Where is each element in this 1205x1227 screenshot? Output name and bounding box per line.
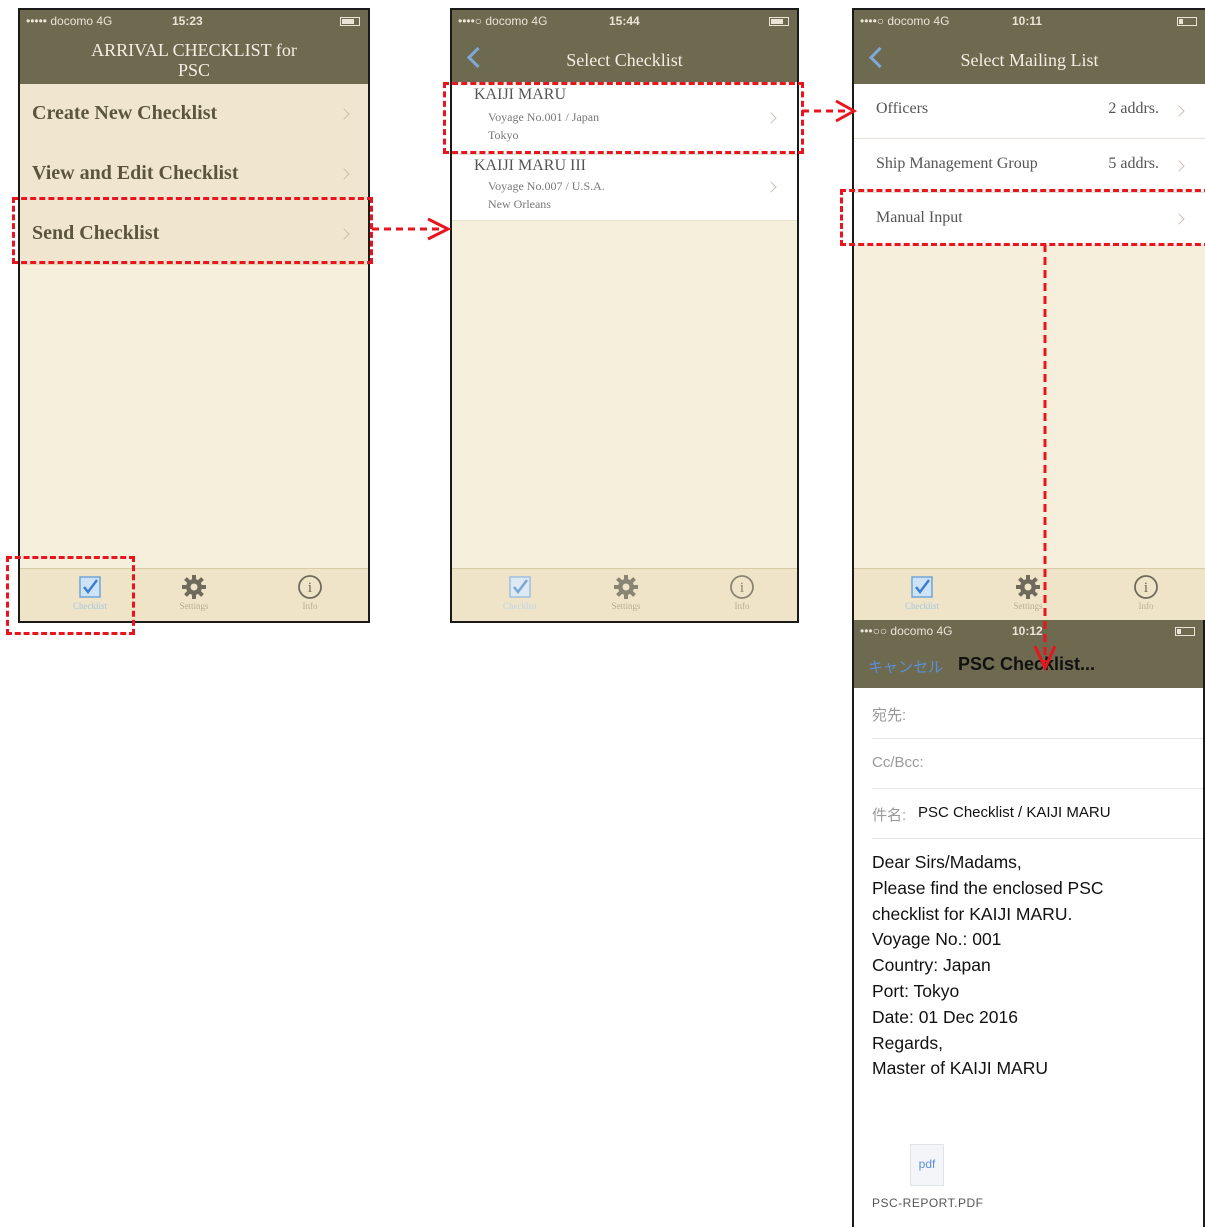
battery-icon (1175, 627, 1195, 636)
list-count: 2 addrs. (1108, 100, 1159, 117)
status-bar: ••••○ docomo 4G 15:44 (452, 10, 797, 32)
list-name: Officers (876, 100, 929, 117)
checklist-detail: Voyage No.007 / U.S.A. (488, 179, 605, 193)
gear-icon (614, 575, 638, 599)
menu-label: Create New Checklist (32, 102, 218, 124)
clock: 15:23 (172, 14, 203, 28)
clock: 15:44 (609, 14, 640, 28)
checklist-item-kaiji-maru-iii[interactable]: KAIJI MARU III Voyage No.007 / U.S.A. Ne… (452, 155, 797, 221)
battery-icon (769, 17, 789, 26)
list-count: 5 addrs. (1108, 155, 1159, 172)
body-line: checklist for KAIJI MARU. (872, 903, 1073, 924)
battery-icon (1177, 17, 1197, 26)
screen-title: Select Checklist (566, 50, 683, 70)
tab-info[interactable]: i Info (702, 573, 782, 611)
attachment-pdf-icon[interactable]: pdf (910, 1144, 944, 1186)
carrier-label: ••••• docomo 4G (26, 14, 113, 28)
chevron-right-icon (1173, 160, 1185, 172)
svg-text:i: i (740, 580, 744, 596)
tab-bar: Checklist Settings i Info (452, 568, 797, 621)
checkbox-icon (509, 576, 531, 598)
cc-bcc-field[interactable]: Cc/Bcc: (872, 738, 1203, 789)
mailing-list-officers[interactable]: Officers 2 addrs. (854, 84, 1205, 139)
to-label: 宛先: (872, 707, 907, 724)
arrow-to-mailing-list (802, 99, 858, 123)
screen-select-mailing-list: ••••○ docomo 4G 10:11 Select Mailing Lis… (852, 8, 1205, 623)
subject-field[interactable]: 件名: PSC Checklist / KAIJI MARU (872, 788, 1203, 839)
screen-mail-compose: •••○○ docomo 4G 10:12 キャンセル PSC Checklis… (852, 620, 1205, 1227)
checklist-name: KAIJI MARU III (474, 157, 586, 174)
info-icon: i (298, 575, 322, 599)
svg-text:i: i (308, 580, 312, 596)
nav-bar: キャンセル PSC Checklist... (854, 642, 1203, 688)
arrow-to-select-checklist (372, 217, 452, 241)
highlight-kaiji-maru (443, 82, 804, 154)
tab-settings[interactable]: Settings (154, 573, 234, 611)
gear-icon (182, 575, 206, 599)
highlight-manual-input (840, 189, 1205, 246)
chevron-right-icon (765, 181, 777, 193)
tab-label: Checklist (503, 601, 537, 611)
body-line: Voyage No.: 001 (872, 929, 1002, 950)
cancel-button[interactable]: キャンセル (868, 656, 943, 677)
body-line: Dear Sirs/Madams, (872, 852, 1022, 872)
screen-main-menu: ••••• docomo 4G 15:23 ARRIVAL CHECKLIST … (18, 8, 370, 623)
checkbox-icon (911, 576, 933, 598)
subject-value: PSC Checklist / KAIJI MARU (918, 804, 1111, 821)
status-bar: •••○○ docomo 4G 10:12 (854, 620, 1203, 642)
tab-label: Settings (611, 601, 641, 611)
battery-icon (340, 17, 360, 26)
tab-info[interactable]: i Info (270, 573, 350, 611)
tab-label: Info (734, 601, 750, 611)
screen-title: Select Mailing List (960, 50, 1099, 70)
body-line: Country: Japan (872, 955, 991, 976)
tab-label: Info (1138, 601, 1154, 611)
subject-label: 件名: (872, 807, 907, 824)
to-field[interactable]: 宛先: (872, 688, 1203, 739)
info-icon: i (730, 575, 754, 599)
tab-label: Info (302, 601, 318, 611)
body-line: Port: Tokyo (872, 980, 960, 1001)
menu-create-new-checklist[interactable]: Create New Checklist (20, 84, 368, 145)
mailing-list-ship-management-group[interactable]: Ship Management Group 5 addrs. (854, 139, 1205, 193)
mail-body[interactable]: Dear Sirs/Madams, Please find the enclos… (872, 850, 1193, 1082)
chevron-right-icon (338, 168, 350, 180)
clock: 10:11 (1012, 14, 1043, 28)
body-line: Master of KAIJI MARU (872, 1058, 1049, 1079)
mail-title: PSC Checklist... (958, 654, 1096, 674)
tab-checklist[interactable]: Checklist (480, 573, 560, 611)
tab-settings[interactable]: Settings (586, 573, 666, 611)
status-bar: ••••○ docomo 4G 10:11 (854, 10, 1205, 32)
highlight-send-checklist (12, 197, 373, 264)
app-title: ARRIVAL CHECKLIST for PSC (91, 40, 297, 80)
cc-bcc-label: Cc/Bcc: (872, 754, 924, 771)
svg-text:i: i (1144, 580, 1148, 596)
tab-info[interactable]: i Info (1106, 573, 1186, 611)
highlight-checklist-tab (6, 556, 135, 635)
list-name: Ship Management Group (876, 155, 1038, 172)
tab-label: Settings (179, 601, 209, 611)
chevron-right-icon (1173, 105, 1185, 117)
tab-checklist[interactable]: Checklist (882, 573, 962, 611)
nav-bar: ARRIVAL CHECKLIST for PSC (20, 32, 368, 84)
tab-label: Checklist (905, 601, 939, 611)
status-bar: ••••• docomo 4G 15:23 (20, 10, 368, 32)
body-line: Regards, (872, 1032, 944, 1053)
carrier-label: ••••○ docomo 4G (860, 14, 950, 28)
carrier-label: ••••○ docomo 4G (458, 14, 548, 28)
arrow-to-mail-compose (1033, 244, 1057, 672)
body-line: Date: 01 Dec 2016 (872, 1006, 1018, 1027)
body-line: Please find the enclosed PSC (872, 877, 1104, 898)
menu-label: View and Edit Checklist (32, 162, 239, 184)
chevron-right-icon (338, 108, 350, 120)
attachment-name: PSC-REPORT.PDF (872, 1196, 984, 1210)
carrier-label: •••○○ docomo 4G (860, 624, 953, 638)
menu-view-edit-checklist[interactable]: View and Edit Checklist (20, 144, 368, 205)
nav-bar: Select Mailing List (854, 32, 1205, 84)
checklist-port: New Orleans (488, 197, 551, 211)
info-icon: i (1134, 575, 1158, 599)
attachment-type: pdf (918, 1157, 936, 1171)
nav-bar: Select Checklist (452, 32, 797, 82)
